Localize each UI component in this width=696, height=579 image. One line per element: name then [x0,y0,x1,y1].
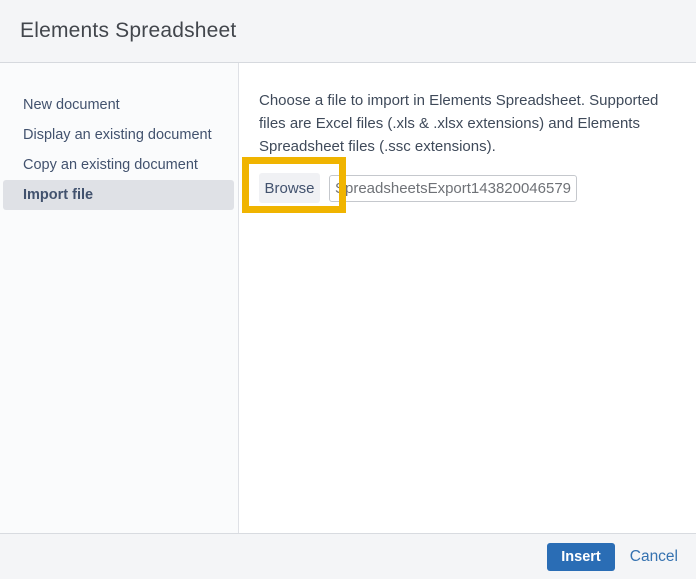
dialog-title: Elements Spreadsheet [20,19,237,42]
insert-button[interactable]: Insert [547,542,615,571]
dialog-footer: Insert Cancel [0,533,696,579]
file-name-input[interactable] [329,174,577,202]
import-description: Choose a file to import in Elements Spre… [259,92,659,155]
sidebar-item-new-document[interactable]: New document [3,90,234,120]
sidebar-item-display-existing-document[interactable]: Display an existing document [3,120,234,150]
file-picker-row: Browse [259,171,676,205]
import-file-pane: Choose a file to import in Elements Spre… [239,63,696,533]
cancel-link[interactable]: Cancel [630,548,678,566]
sidebar: New document Display an existing documen… [0,63,239,533]
dialog-header: Elements Spreadsheet [0,0,696,63]
dialog-body: New document Display an existing documen… [0,63,696,533]
sidebar-item-import-file[interactable]: Import file [3,180,234,210]
browse-button[interactable]: Browse [259,173,320,203]
sidebar-item-copy-existing-document[interactable]: Copy an existing document [3,150,234,180]
elements-spreadsheet-dialog: Elements Spreadsheet New document Displa… [0,0,696,579]
